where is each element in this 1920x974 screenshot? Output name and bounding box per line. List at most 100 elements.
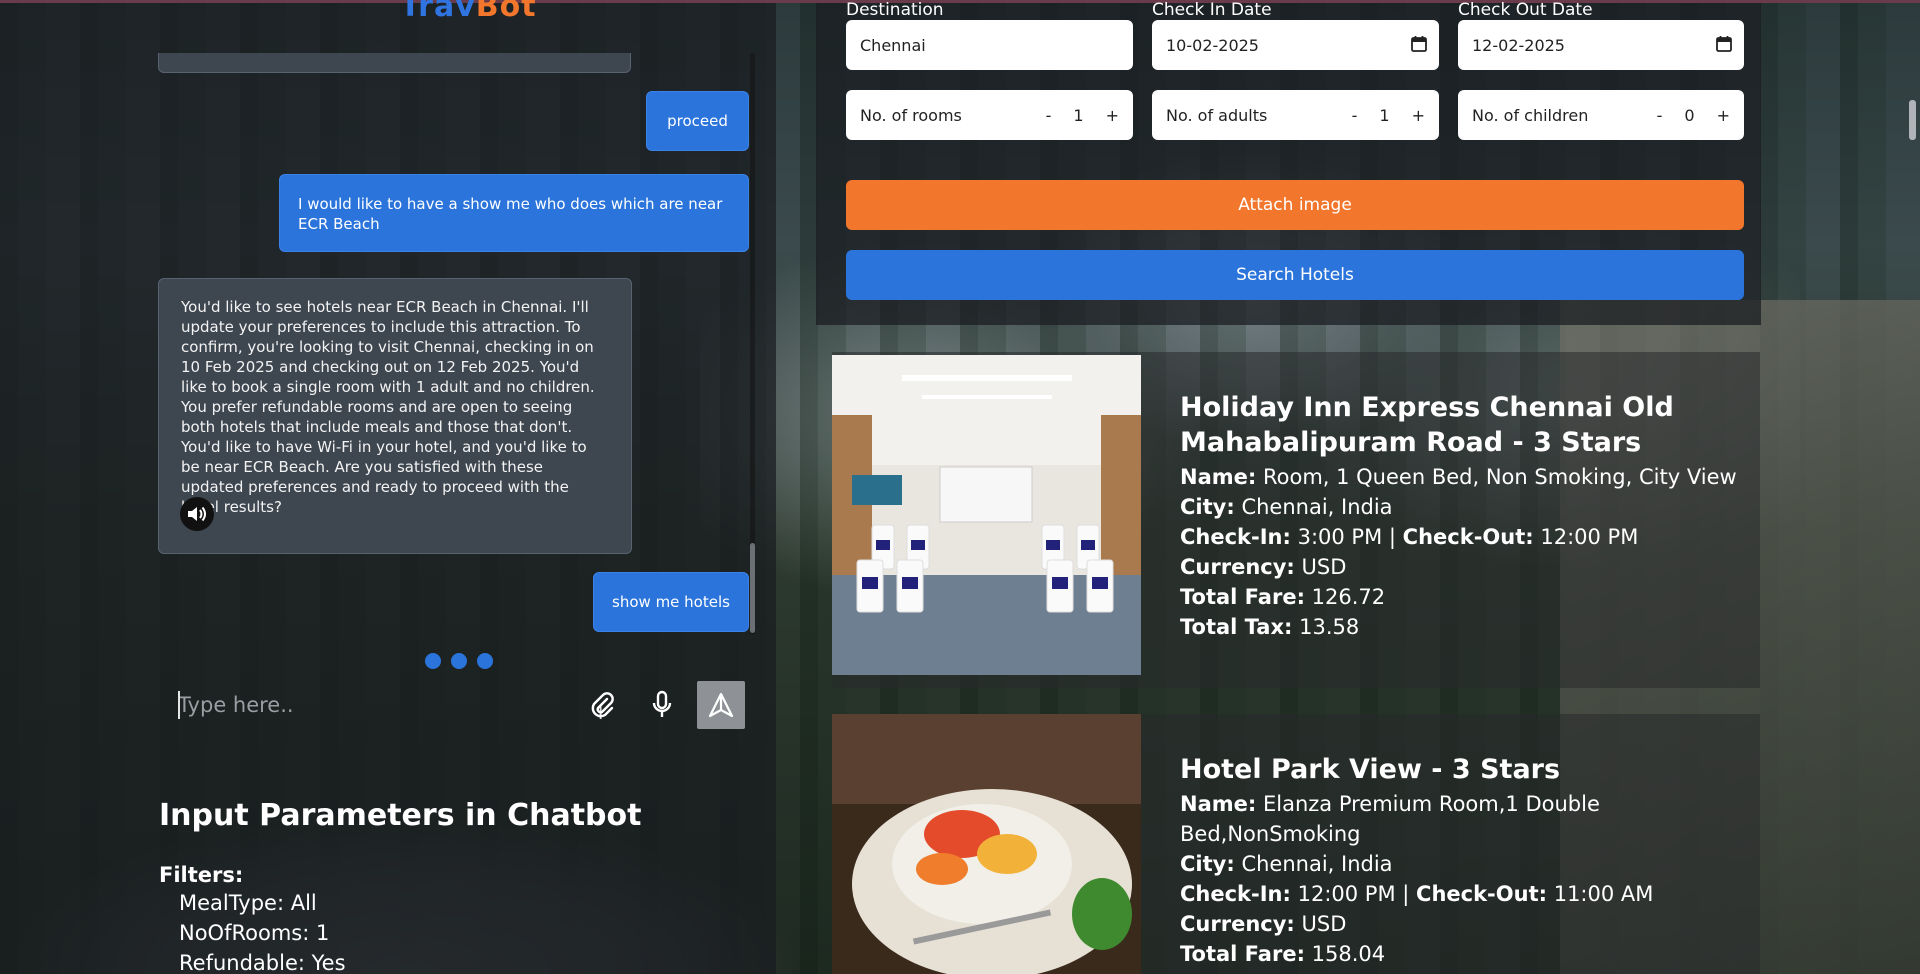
checkout-date-input[interactable]: 12-02-2025 [1458,20,1744,70]
field-value: Chennai, India [1241,495,1393,519]
hotel-city: City: Chennai, India [1180,849,1740,879]
rooms-label: No. of rooms [860,105,962,125]
chat-message-text: I would like to have a show me who does … [298,195,723,233]
adults-value: 1 [1379,105,1390,125]
chat-message-user: proceed [646,91,749,151]
destination-input[interactable]: Chennai [846,20,1133,70]
typing-dot [425,653,441,669]
chat-scrollbar-thumb[interactable] [750,543,755,633]
field-label: Currency: [1180,912,1295,936]
brand-logo: TravBot [400,0,537,24]
field-value: USD [1301,912,1347,936]
hotel-title: Holiday Inn Express Chennai Old Mahabali… [1180,392,1674,458]
rooms-stepper-controls: - 1 + [1046,90,1119,140]
hotel-details: Holiday Inn Express Chennai Old Mahabali… [1180,390,1740,642]
hotel-total-tax: Total Tax: 13.58 [1180,612,1740,642]
children-increment-button[interactable]: + [1717,106,1730,125]
hotel-photo [832,355,1141,675]
adults-increment-button[interactable]: + [1412,106,1425,125]
calendar-icon[interactable] [1716,35,1732,53]
field-value: 158.04 [1311,942,1386,966]
field-value: 12:00 PM [1540,525,1639,549]
chat-message-user: show me hotels [593,572,749,632]
hotel-title: Hotel Park View - 3 Stars [1180,754,1561,785]
hotel-currency: Currency: USD [1180,552,1740,582]
field-label: Check-Out: [1416,882,1548,906]
checkout-date-value: 12-02-2025 [1472,35,1565,55]
text-caret [178,691,180,719]
search-hotels-button[interactable]: Search Hotels [846,250,1744,300]
rooms-stepper: No. of rooms - 1 + [846,90,1133,140]
adults-stepper: No. of adults - 1 + [1152,90,1439,140]
send-icon [708,692,734,718]
typing-dot [451,653,467,669]
adults-decrement-button[interactable]: - [1352,106,1358,125]
field-label: Total Tax: [1180,615,1293,639]
rooms-decrement-button[interactable]: - [1046,106,1052,125]
hotel-currency: Currency: USD [1180,909,1740,939]
destination-label: Destination [846,0,944,20]
children-decrement-button[interactable]: - [1657,106,1663,125]
field-label: Total Fare: [1180,585,1305,609]
checkout-label: Check Out Date [1458,0,1593,20]
field-value: 11:00 AM [1553,882,1654,906]
chat-input-bar: Ι [158,671,751,741]
chat-message-bot: You'd like to see hotels near ECR Beach … [158,278,632,554]
adults-stepper-controls: - 1 + [1352,90,1425,140]
hotel-city: City: Chennai, India [1180,492,1740,522]
field-label: Check-In: [1180,525,1291,549]
field-value: 12:00 PM [1297,882,1396,906]
field-label: Name: [1180,792,1257,816]
separator: | [1402,882,1410,906]
hotel-card[interactable]: Hotel Park View - 3 Stars Name: Elanza P… [832,714,1760,974]
hotel-photo [832,714,1141,974]
field-label: Check-In: [1180,882,1291,906]
paperclip-icon[interactable] [580,683,624,727]
page-scrollbar-thumb[interactable] [1909,100,1916,140]
brand-logo-part1: Trav [400,0,476,24]
chat-message-user: I would like to have a show me who does … [279,174,749,252]
send-button[interactable] [697,681,745,729]
field-value: 3:00 PM [1297,525,1383,549]
hotel-checkin-checkout: Check-In: 12:00 PM | Check-Out: 11:00 AM [1180,879,1740,909]
rooms-increment-button[interactable]: + [1106,106,1119,125]
calendar-icon[interactable] [1411,35,1427,53]
chat-message-text: You'd like to see hotels near ECR Beach … [181,298,595,516]
chat-message-input[interactable] [178,683,538,727]
chat-message-text: show me hotels [612,593,730,611]
filter-item: Refundable: Yes [179,951,346,974]
filters-label: Filters: [159,863,244,887]
field-label: Name: [1180,465,1257,489]
field-value: Room, 1 Queen Bed, Non Smoking, City Vie… [1262,465,1737,489]
children-stepper-controls: - 0 + [1657,90,1730,140]
field-label: Check-Out: [1402,525,1534,549]
params-heading: Input Parameters in Chatbot [159,798,642,833]
field-label: Currency: [1180,555,1295,579]
children-value: 0 [1684,105,1695,125]
checkin-date-value: 10-02-2025 [1166,35,1259,55]
checkin-label: Check In Date [1152,0,1272,20]
chat-previous-message [158,53,631,73]
field-value: Chennai, India [1241,852,1393,876]
attach-image-button[interactable]: Attach image [846,180,1744,230]
brand-logo-part2: Bot [475,0,537,24]
field-label: City: [1180,852,1235,876]
chat-panel: TravBot proceed I would like to have a s… [0,0,776,974]
checkin-date-input[interactable]: 10-02-2025 [1152,20,1439,70]
field-label: Total Fare: [1180,942,1305,966]
hotel-checkin-checkout: Check-In: 3:00 PM | Check-Out: 12:00 PM [1180,522,1740,552]
hotel-room-name: Name: Room, 1 Queen Bed, Non Smoking, Ci… [1180,462,1740,492]
hotel-card[interactable]: Holiday Inn Express Chennai Old Mahabali… [832,352,1760,688]
chat-message-text: proceed [667,112,728,130]
microphone-icon[interactable] [640,683,684,727]
adults-label: No. of adults [1166,105,1268,125]
field-value: 13.58 [1299,615,1360,639]
typing-indicator [425,653,493,669]
children-label: No. of children [1472,105,1589,125]
speaker-icon[interactable] [180,497,214,531]
destination-value: Chennai [860,35,926,55]
hotel-room-name: Name: Elanza Premium Room,1 Double Bed,N… [1180,789,1740,849]
typing-dot [477,653,493,669]
filter-item: MealType: All [179,891,317,915]
rooms-value: 1 [1073,105,1084,125]
